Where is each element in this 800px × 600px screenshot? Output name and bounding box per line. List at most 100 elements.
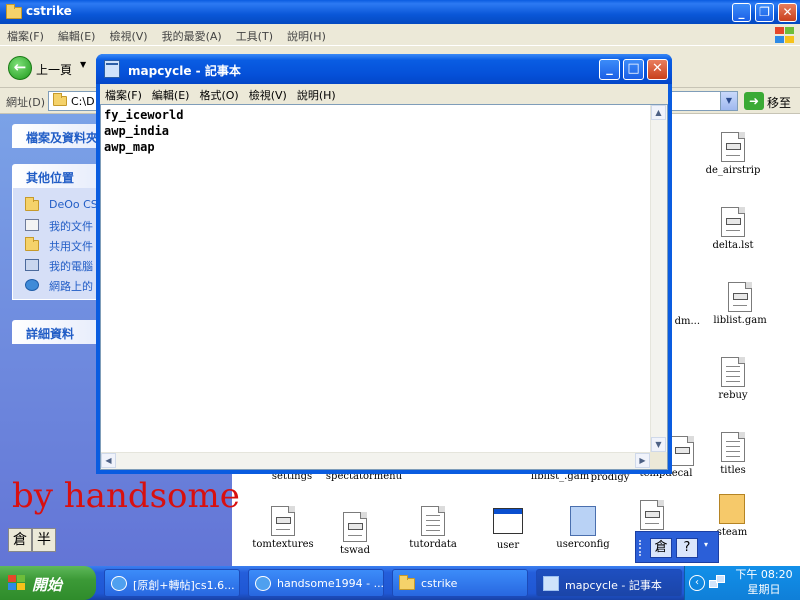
menu-favorites[interactable]: 我的最愛(A) bbox=[155, 24, 229, 44]
start-button[interactable]: 開始 bbox=[0, 566, 96, 600]
menu-file[interactable]: 檔案(F) bbox=[0, 24, 51, 44]
windows-logo-icon bbox=[8, 575, 26, 591]
menu-help[interactable]: 說明(H) bbox=[292, 84, 341, 103]
explorer-titlebar[interactable]: cstrike _ ❐ ✕ bbox=[0, 0, 800, 24]
file-label: user bbox=[496, 540, 520, 551]
clock[interactable]: 下午 08:20 星期日 bbox=[731, 567, 797, 597]
file-item[interactable]: tutordata bbox=[393, 506, 473, 550]
vertical-scrollbar[interactable]: ▲ ▼ bbox=[650, 105, 667, 452]
network-icon[interactable] bbox=[709, 575, 727, 591]
folder-icon bbox=[53, 93, 67, 106]
taskbar-item-label: [原創+轉帖]cs1.6... bbox=[133, 579, 235, 592]
menu-view[interactable]: 檢視(V) bbox=[244, 84, 292, 103]
notepad-icon bbox=[104, 60, 120, 78]
start-label: 開始 bbox=[32, 576, 63, 594]
document-icon bbox=[670, 436, 694, 466]
file-item[interactable]: tomtextures bbox=[243, 506, 323, 550]
file-label: liblist.gam bbox=[713, 315, 767, 326]
file-item[interactable]: liblist.gam bbox=[700, 282, 780, 326]
taskbar-item-label: mapcycle - 記事本 bbox=[565, 579, 662, 592]
restore-button[interactable]: ❐ bbox=[755, 3, 774, 22]
document-icon bbox=[721, 132, 745, 162]
file-tasks-title: 檔案及資料夾 bbox=[26, 131, 99, 145]
chevron-down-icon[interactable]: ▾ bbox=[704, 540, 708, 549]
text-file-icon bbox=[721, 432, 745, 462]
grip-handle[interactable] bbox=[639, 540, 645, 556]
text-file-icon bbox=[421, 506, 445, 536]
address-dropdown-icon[interactable]: ▼ bbox=[720, 92, 737, 110]
notepad-text-area[interactable]: fy_iceworld awp_india awp_map ▲ ▼ ◀ ▶ bbox=[100, 104, 668, 470]
taskbar-item-label: cstrike bbox=[421, 577, 458, 590]
go-button[interactable]: 移至 bbox=[767, 94, 791, 111]
taskbar: 開始 [原創+轉帖]cs1.6... handsome1994 - ... cs… bbox=[0, 566, 800, 600]
chevron-down-icon[interactable]: ▼ bbox=[80, 60, 86, 69]
taskbar-item[interactable]: [原創+轉帖]cs1.6... bbox=[104, 569, 240, 597]
document-icon bbox=[728, 282, 752, 312]
other-place-label: 我的電腦 bbox=[49, 260, 93, 273]
config-icon bbox=[719, 494, 745, 524]
menu-format[interactable]: 格式(O) bbox=[194, 84, 243, 103]
document-icon bbox=[343, 512, 367, 542]
text-file-icon bbox=[721, 357, 745, 387]
horizontal-scrollbar[interactable]: ◀ ▶ bbox=[101, 452, 650, 469]
menu-file[interactable]: 檔案(F) bbox=[100, 84, 147, 103]
back-arrow-icon[interactable]: ← bbox=[8, 56, 32, 80]
file-label: tomtextures bbox=[252, 539, 314, 550]
file-item[interactable]: tswad bbox=[315, 512, 395, 556]
scroll-left-icon[interactable]: ◀ bbox=[101, 453, 116, 468]
ie-icon bbox=[111, 576, 127, 591]
ime-width[interactable]: 半 bbox=[32, 528, 56, 552]
taskbar-item[interactable]: handsome1994 - ... bbox=[248, 569, 384, 597]
taskbar-item[interactable]: mapcycle - 記事本 bbox=[536, 569, 682, 597]
my-computer-icon bbox=[25, 259, 39, 271]
ime-mode[interactable]: 倉 bbox=[8, 528, 32, 552]
notepad-menubar: 檔案(F) 編輯(E) 格式(O) 檢視(V) 說明(H) bbox=[100, 84, 668, 104]
size-grip[interactable] bbox=[650, 452, 667, 469]
notepad-content[interactable]: fy_iceworld awp_india awp_map bbox=[104, 107, 183, 155]
taskbar-item[interactable]: cstrike bbox=[392, 569, 528, 597]
back-button[interactable]: 上一頁 bbox=[36, 61, 72, 78]
file-label: tswad bbox=[339, 545, 371, 556]
network-icon bbox=[25, 279, 39, 291]
close-button[interactable]: ✕ bbox=[778, 3, 797, 22]
menu-view[interactable]: 檢視(V) bbox=[102, 24, 154, 44]
address-value: C:\D bbox=[71, 95, 95, 108]
notepad-titlebar[interactable]: mapcycle - 記事本 _ □ ✕ bbox=[96, 54, 672, 84]
close-button[interactable]: ✕ bbox=[647, 59, 668, 80]
minimize-button[interactable]: _ bbox=[732, 3, 751, 22]
scroll-right-icon[interactable]: ▶ bbox=[635, 453, 650, 468]
menu-edit[interactable]: 編輯(E) bbox=[51, 24, 103, 44]
clock-day: 星期日 bbox=[747, 583, 781, 596]
scroll-up-icon[interactable]: ▲ bbox=[651, 105, 666, 120]
menu-help[interactable]: 說明(H) bbox=[280, 24, 333, 44]
help-icon[interactable]: ? bbox=[676, 538, 698, 558]
scroll-down-icon[interactable]: ▼ bbox=[651, 437, 666, 452]
menu-edit[interactable]: 編輯(E) bbox=[147, 84, 195, 103]
explorer-menubar: 檔案(F) 編輯(E) 檢視(V) 我的最愛(A) 工具(T) 說明(H) bbox=[0, 24, 800, 46]
other-place-label: 共用文件 bbox=[49, 240, 93, 253]
file-item[interactable]: user bbox=[468, 508, 548, 551]
file-item[interactable]: rebuy bbox=[693, 357, 773, 401]
ie-icon bbox=[255, 576, 271, 591]
notepad-title: mapcycle - 記事本 bbox=[128, 64, 241, 78]
input-mode-button[interactable]: 倉 bbox=[650, 538, 672, 558]
windows-logo-icon bbox=[774, 26, 796, 44]
file-item[interactable]: delta.lst bbox=[693, 207, 773, 251]
minimize-button[interactable]: _ bbox=[599, 59, 620, 80]
language-bar: 倉 ? ▾ bbox=[635, 531, 719, 563]
maximize-button[interactable]: □ bbox=[623, 59, 644, 80]
menu-tools[interactable]: 工具(T) bbox=[229, 24, 280, 44]
other-place-label: 網路上的 bbox=[49, 280, 93, 293]
document-icon bbox=[640, 500, 664, 530]
go-arrow-icon[interactable]: ➜ bbox=[744, 92, 764, 110]
chevron-left-icon[interactable]: ‹ bbox=[689, 575, 705, 591]
system-tray: ‹ 下午 08:20 星期日 bbox=[684, 566, 800, 600]
folder-icon bbox=[25, 197, 39, 211]
notepad-window: mapcycle - 記事本 _ □ ✕ 檔案(F) 編輯(E) 格式(O) 檢視(V… bbox=[96, 54, 672, 474]
document-icon bbox=[271, 506, 295, 536]
my-documents-icon bbox=[25, 219, 39, 231]
address-label: 網址(D) bbox=[6, 96, 46, 109]
folder-icon bbox=[399, 575, 415, 590]
other-place-label: 我的文件 bbox=[49, 220, 93, 233]
file-item[interactable]: de_airstrip bbox=[693, 132, 773, 176]
